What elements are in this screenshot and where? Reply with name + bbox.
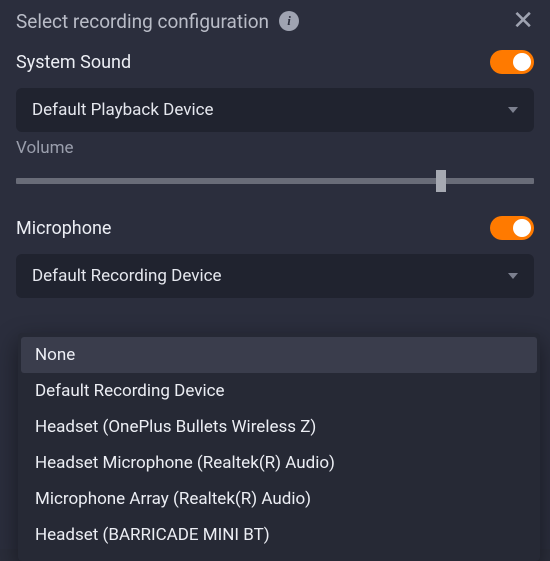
toggle-thumb: [513, 53, 531, 71]
microphone-toggle[interactable]: [490, 216, 534, 240]
microphone-section: Microphone Default Recording Device: [16, 216, 534, 298]
panel-title: Select recording configuration: [16, 10, 269, 33]
toggle-thumb: [513, 219, 531, 237]
title-left: Select recording configuration i: [16, 10, 299, 33]
content: System Sound Default Playback Device Vol…: [0, 44, 550, 298]
microphone-dropdown[interactable]: NoneDefault Recording DeviceHeadset (One…: [18, 333, 540, 561]
slider-thumb[interactable]: [436, 170, 446, 192]
microphone-option[interactable]: Headset (OnePlus Bullets Wireless Z): [21, 409, 537, 445]
slider-track: [16, 178, 534, 184]
microphone-option[interactable]: Microphone Array (Realtek(R) Audio): [21, 481, 537, 517]
volume-slider[interactable]: [16, 170, 534, 192]
titlebar: Select recording configuration i ✕: [0, 0, 550, 44]
system-sound-device-value: Default Playback Device: [32, 100, 214, 120]
system-sound-toggle[interactable]: [490, 50, 534, 74]
microphone-option[interactable]: Headset Microphone (Realtek(R) Audio): [21, 445, 537, 481]
microphone-device-value: Default Recording Device: [32, 266, 222, 286]
chevron-down-icon: [508, 107, 518, 113]
system-sound-header: System Sound: [16, 50, 534, 74]
system-sound-label: System Sound: [16, 52, 131, 73]
microphone-option[interactable]: Headset (BARRICADE MINI BT): [21, 517, 537, 553]
microphone-option[interactable]: None: [21, 337, 537, 373]
system-sound-device-select[interactable]: Default Playback Device: [16, 88, 534, 132]
microphone-device-select[interactable]: Default Recording Device: [16, 254, 534, 298]
recording-config-panel: Select recording configuration i ✕ Syste…: [0, 0, 550, 549]
close-icon[interactable]: ✕: [512, 8, 534, 34]
system-sound-section: System Sound Default Playback Device Vol…: [16, 50, 534, 192]
microphone-label: Microphone: [16, 218, 111, 239]
info-icon[interactable]: i: [279, 11, 299, 31]
microphone-header: Microphone: [16, 216, 534, 240]
chevron-down-icon: [508, 273, 518, 279]
volume-label: Volume: [16, 138, 534, 158]
microphone-option[interactable]: Default Recording Device: [21, 373, 537, 409]
